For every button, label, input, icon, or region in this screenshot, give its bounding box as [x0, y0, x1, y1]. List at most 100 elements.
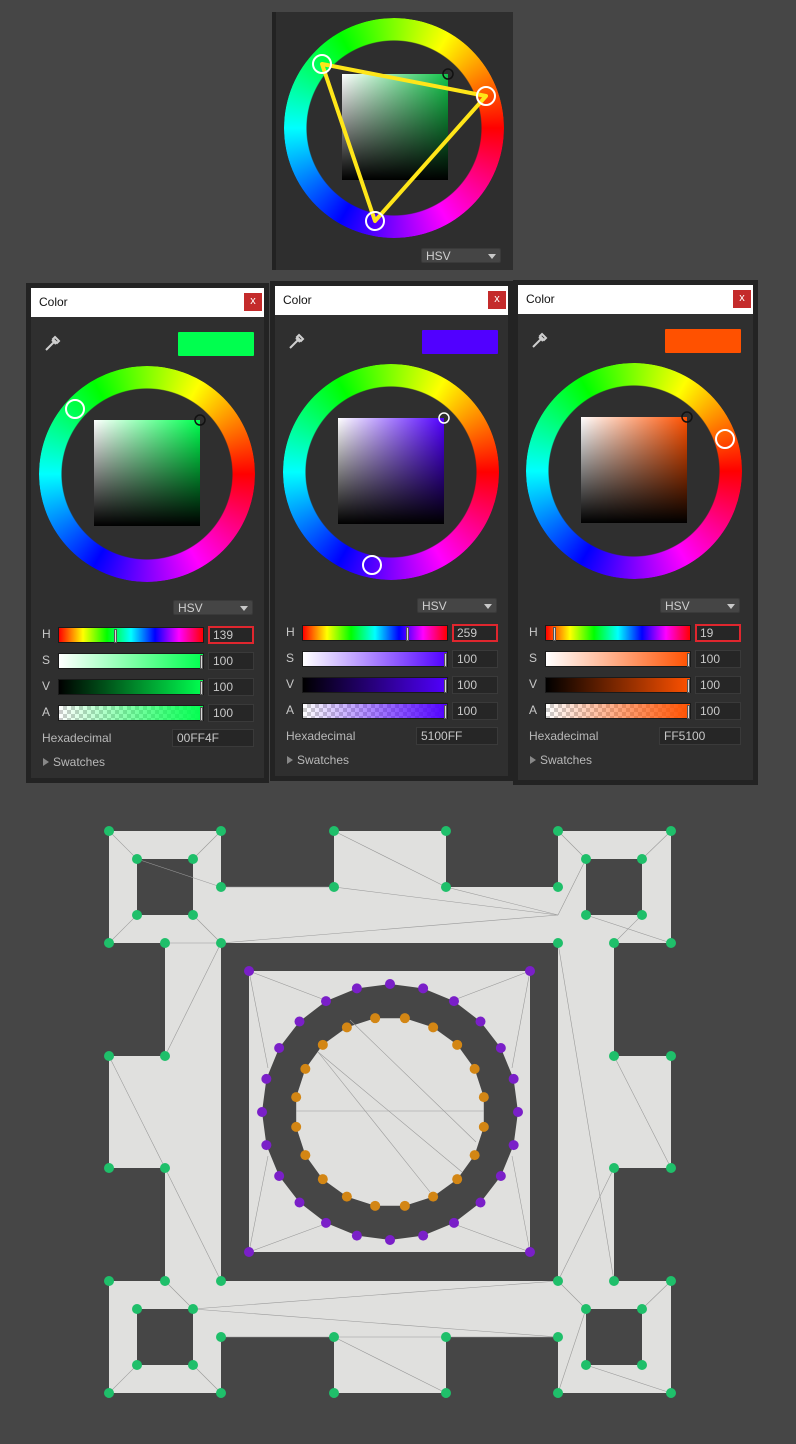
slider-thumb[interactable]	[200, 655, 203, 669]
harmony-wheel-panel: HSV	[272, 12, 513, 270]
mode-dropdown[interactable]: HSV	[421, 248, 501, 263]
alpha-slider[interactable]	[58, 705, 204, 721]
vertex-point	[666, 1276, 676, 1286]
slider-thumb[interactable]	[444, 653, 447, 667]
slider-thumb[interactable]	[687, 653, 690, 667]
saturation-slider[interactable]	[545, 651, 691, 667]
vertex-point	[637, 1360, 647, 1370]
alpha-input[interactable]: 100	[452, 702, 498, 720]
color-wheel-harmony[interactable]	[284, 18, 504, 238]
alpha-input[interactable]: 100	[695, 702, 741, 720]
vertex-point	[132, 854, 142, 864]
vertex-point	[581, 854, 591, 864]
color-wheel[interactable]	[283, 364, 499, 580]
saturation-input[interactable]: 100	[695, 650, 741, 668]
vertex-point	[261, 1073, 272, 1084]
vertex-point	[160, 1276, 170, 1286]
chevron-down-icon	[727, 604, 735, 609]
vertex-point	[581, 1360, 591, 1370]
eyedropper-icon[interactable]	[530, 330, 550, 350]
vertex-point	[104, 938, 114, 948]
alpha-slider[interactable]	[302, 703, 448, 719]
saturation-slider[interactable]	[58, 653, 204, 669]
slider-thumb[interactable]	[200, 681, 203, 695]
close-button[interactable]: x	[488, 291, 506, 309]
value-slider[interactable]	[58, 679, 204, 695]
mode-dropdown[interactable]: HSV	[173, 600, 253, 615]
vertex-point	[244, 1247, 254, 1257]
color-picker-window: Color x HSV H 259 S 100 V 100 A 100 Hexa…	[270, 281, 513, 781]
value-input[interactable]: 100	[695, 676, 741, 694]
hue-input[interactable]: 19	[695, 624, 741, 642]
hue-row: H 259	[283, 623, 503, 643]
alpha-slider[interactable]	[545, 703, 691, 719]
value-input[interactable]: 100	[452, 676, 498, 694]
saturation-input[interactable]: 100	[452, 650, 498, 668]
slider-thumb[interactable]	[687, 679, 690, 693]
slider-thumb[interactable]	[553, 627, 556, 641]
vertex-point	[609, 1163, 619, 1173]
hue-row: H 139	[39, 625, 259, 645]
value-slider[interactable]	[302, 677, 448, 693]
swatches-foldout[interactable]: Swatches	[526, 753, 676, 769]
vertex-point	[441, 826, 451, 836]
vertex-point	[553, 882, 563, 892]
hex-input[interactable]: 00FF4F	[172, 729, 254, 747]
current-color-swatch[interactable]	[665, 329, 741, 353]
value-slider[interactable]	[545, 677, 691, 693]
vertex-point	[525, 966, 535, 976]
chevron-down-icon	[488, 254, 496, 259]
hue-input[interactable]: 259	[452, 624, 498, 642]
vertex-point	[351, 983, 362, 994]
vertex-point	[216, 882, 226, 892]
vertex-point	[666, 1163, 676, 1173]
value-row: V 100	[283, 675, 503, 695]
saturation-input[interactable]: 100	[208, 652, 254, 670]
current-color-swatch[interactable]	[422, 330, 498, 354]
saturation-slider[interactable]	[302, 651, 448, 667]
vertex-point	[160, 938, 170, 948]
vertex-point	[495, 1043, 506, 1053]
vertex-point	[329, 882, 339, 892]
slider-thumb[interactable]	[114, 629, 117, 643]
vertex-point	[609, 1051, 619, 1061]
vertex-point	[300, 1063, 311, 1074]
mode-dropdown[interactable]: HSV	[417, 598, 497, 613]
hex-input[interactable]: FF5100	[659, 727, 741, 745]
hue-slider[interactable]	[545, 625, 691, 641]
hue-slider[interactable]	[58, 627, 204, 643]
color-wheel[interactable]	[526, 363, 742, 579]
vertex-point	[428, 1191, 439, 1202]
vertex-point	[581, 1304, 591, 1314]
swatches-foldout[interactable]: Swatches	[283, 753, 433, 769]
close-button[interactable]: x	[733, 290, 751, 308]
vertex-point	[513, 1107, 523, 1117]
slider-thumb[interactable]	[444, 705, 447, 719]
vertex-point	[478, 1092, 489, 1103]
vertex-point	[132, 910, 142, 920]
slider-thumb[interactable]	[444, 679, 447, 693]
slider-thumb[interactable]	[200, 707, 203, 721]
close-button[interactable]: x	[244, 293, 262, 311]
mode-dropdown[interactable]: HSV	[660, 598, 740, 613]
value-input[interactable]: 100	[208, 678, 254, 696]
vertex-point	[104, 1276, 114, 1286]
hue-input[interactable]: 139	[208, 626, 254, 644]
hue-slider[interactable]	[302, 625, 448, 641]
hue-row: H 19	[526, 623, 746, 643]
slider-thumb[interactable]	[687, 705, 690, 719]
swatches-foldout[interactable]: Swatches	[39, 755, 189, 771]
vertex-point	[216, 938, 226, 948]
current-color-swatch[interactable]	[178, 332, 254, 356]
vertex-point	[188, 1360, 198, 1370]
eyedropper-icon[interactable]	[287, 331, 307, 351]
color-wheel[interactable]	[39, 366, 255, 582]
vertex-point	[452, 1174, 463, 1185]
hex-input[interactable]: 5100FF	[416, 727, 498, 745]
window-title: Color	[283, 293, 312, 307]
eyedropper-icon[interactable]	[43, 333, 63, 353]
alpha-input[interactable]: 100	[208, 704, 254, 722]
hex-row: Hexadecimal FF5100	[526, 727, 746, 747]
vertex-point	[508, 1140, 519, 1151]
slider-thumb[interactable]	[406, 627, 409, 641]
